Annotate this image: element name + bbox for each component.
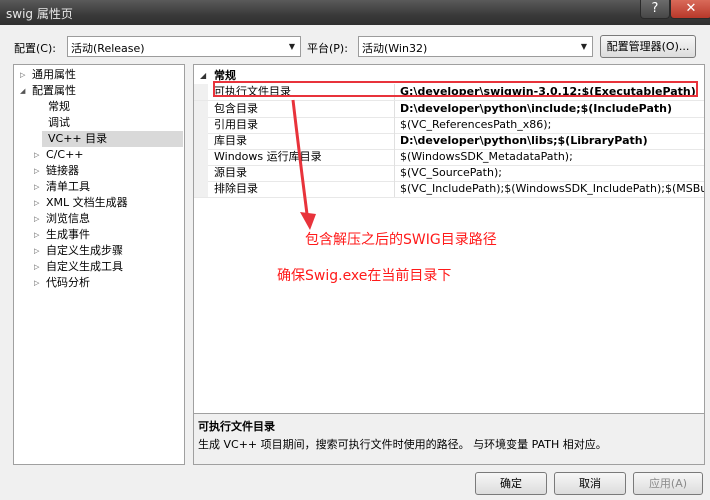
property-name: 排除目录 [214, 182, 258, 195]
expand-icon[interactable]: ▷ [34, 163, 46, 179]
tree-item-label: 常规 [48, 100, 70, 113]
window-title: swig 属性页 [6, 7, 73, 21]
chevron-down-icon: ▼ [288, 42, 296, 51]
apply-button[interactable]: 应用(A) [633, 472, 703, 495]
platform-label: 平台(P): [307, 42, 348, 55]
property-value[interactable]: $(VC_IncludePath);$(WindowsSDK_IncludePa… [400, 181, 704, 197]
tree-item-vc-directories[interactable]: VC++ 目录 [42, 131, 183, 147]
description-pane: 可执行文件目录 生成 VC++ 项目期间，搜索可执行文件时使用的路径。 与环境变… [193, 413, 705, 465]
annotation-line-1: 包含解压之后的SWIG目录路径 [305, 232, 497, 248]
platform-value: 活动(Win32) [362, 42, 428, 55]
config-value: 活动(Release) [71, 42, 145, 55]
tree-item-label: 浏览信息 [46, 212, 90, 225]
tree-item-build-events[interactable]: ▷ 生成事件 [34, 227, 90, 243]
property-tree: ▷ 通用属性 ◢ 配置属性 常规 调试 VC++ 目录 ▷ C/C++ ▷ 链接器 ▷ 清… [13, 64, 185, 465]
property-row[interactable]: 引用目录 $(VC_ReferencesPath_x86); [194, 117, 704, 134]
collapse-icon[interactable]: ◢ [200, 68, 206, 84]
property-name: 引用目录 [214, 118, 258, 131]
property-name: 库目录 [214, 134, 247, 147]
tree-item-debugging[interactable]: 调试 [48, 115, 70, 131]
expand-icon[interactable]: ▷ [34, 275, 46, 291]
tree-item-label: 自定义生成步骤 [46, 244, 123, 257]
tree-item-manifest-tool[interactable]: ▷ 清单工具 [34, 179, 90, 195]
config-manager-button[interactable]: 配置管理器(O)... [600, 35, 696, 58]
tree-item-label: VC++ 目录 [48, 132, 108, 145]
property-row[interactable]: Windows 运行库目录 $(WindowsSDK_MetadataPath)… [194, 149, 704, 166]
tree-item-custom-build-step[interactable]: ▷ 自定义生成步骤 [34, 243, 123, 259]
tree-item-browse-info[interactable]: ▷ 浏览信息 [34, 211, 90, 227]
property-row[interactable]: 库目录 D:\developer\python\libs;$(LibraryPa… [194, 133, 704, 150]
tree-item-common-properties[interactable]: ▷ 通用属性 [20, 67, 76, 83]
tree-item-label: 链接器 [46, 164, 79, 177]
tree-item-custom-build-tool[interactable]: ▷ 自定义生成工具 [34, 259, 123, 275]
property-name: 包含目录 [214, 102, 258, 115]
property-value[interactable]: $(VC_SourcePath); [400, 165, 704, 181]
tree-item-label: XML 文档生成器 [46, 196, 128, 209]
tree-item-label: 代码分析 [46, 276, 90, 289]
expand-icon[interactable]: ▷ [34, 243, 46, 259]
title-bar: swig 属性页 ? ✕ [0, 0, 710, 25]
collapse-icon[interactable]: ◢ [20, 83, 32, 99]
property-row[interactable]: 包含目录 D:\developer\python\include;$(Inclu… [194, 101, 704, 118]
tree-item-label: C/C++ [46, 148, 84, 161]
tree-item-c-cpp[interactable]: ▷ C/C++ [34, 147, 84, 163]
tree-item-label: 清单工具 [46, 180, 90, 193]
property-row[interactable]: 源目录 $(VC_SourcePath); [194, 165, 704, 182]
expand-icon[interactable]: ▷ [34, 227, 46, 243]
platform-dropdown[interactable]: 活动(Win32) ▼ [358, 36, 593, 57]
expand-icon[interactable]: ▷ [34, 179, 46, 195]
description-text: 生成 VC++ 项目期间，搜索可执行文件时使用的路径。 与环境变量 PATH 相… [198, 438, 607, 451]
tree-item-label: 生成事件 [46, 228, 90, 241]
property-value[interactable]: D:\developer\python\libs;$(LibraryPath) [400, 133, 704, 149]
property-name: 源目录 [214, 166, 247, 179]
property-name: Windows 运行库目录 [214, 150, 322, 163]
tree-item-xml-doc-generator[interactable]: ▷ XML 文档生成器 [34, 195, 128, 211]
description-title: 可执行文件目录 [198, 420, 275, 433]
property-value[interactable]: D:\developer\python\include;$(IncludePat… [400, 101, 704, 117]
config-dropdown[interactable]: 活动(Release) ▼ [67, 36, 301, 57]
tree-item-code-analysis[interactable]: ▷ 代码分析 [34, 275, 90, 291]
property-value[interactable]: $(WindowsSDK_MetadataPath); [400, 149, 704, 165]
tree-item-label: 配置属性 [32, 84, 76, 97]
tree-item-general[interactable]: 常规 [48, 99, 70, 115]
config-label: 配置(C): [14, 42, 56, 55]
chevron-down-icon: ▼ [580, 42, 588, 51]
tree-item-configuration-properties[interactable]: ◢ 配置属性 [20, 83, 76, 99]
highlight-box [213, 81, 698, 97]
close-button[interactable]: ✕ [670, 0, 710, 19]
expand-icon[interactable]: ▷ [34, 211, 46, 227]
expand-icon[interactable]: ▷ [34, 147, 46, 163]
annotation-line-2: 确保Swig.exe在当前目录下 [277, 268, 452, 284]
property-row[interactable]: 排除目录 $(VC_IncludePath);$(WindowsSDK_Incl… [194, 181, 704, 198]
expand-icon[interactable]: ▷ [34, 195, 46, 211]
property-value[interactable]: $(VC_ReferencesPath_x86); [400, 117, 704, 133]
expand-icon[interactable]: ▷ [20, 67, 32, 83]
tree-item-linker[interactable]: ▷ 链接器 [34, 163, 79, 179]
expand-icon[interactable]: ▷ [34, 259, 46, 275]
tree-item-label: 自定义生成工具 [46, 260, 123, 273]
cancel-button[interactable]: 取消 [554, 472, 626, 495]
ok-button[interactable]: 确定 [475, 472, 547, 495]
tree-item-label: 通用属性 [32, 68, 76, 81]
help-button[interactable]: ? [640, 0, 670, 19]
tree-item-label: 调试 [48, 116, 70, 129]
